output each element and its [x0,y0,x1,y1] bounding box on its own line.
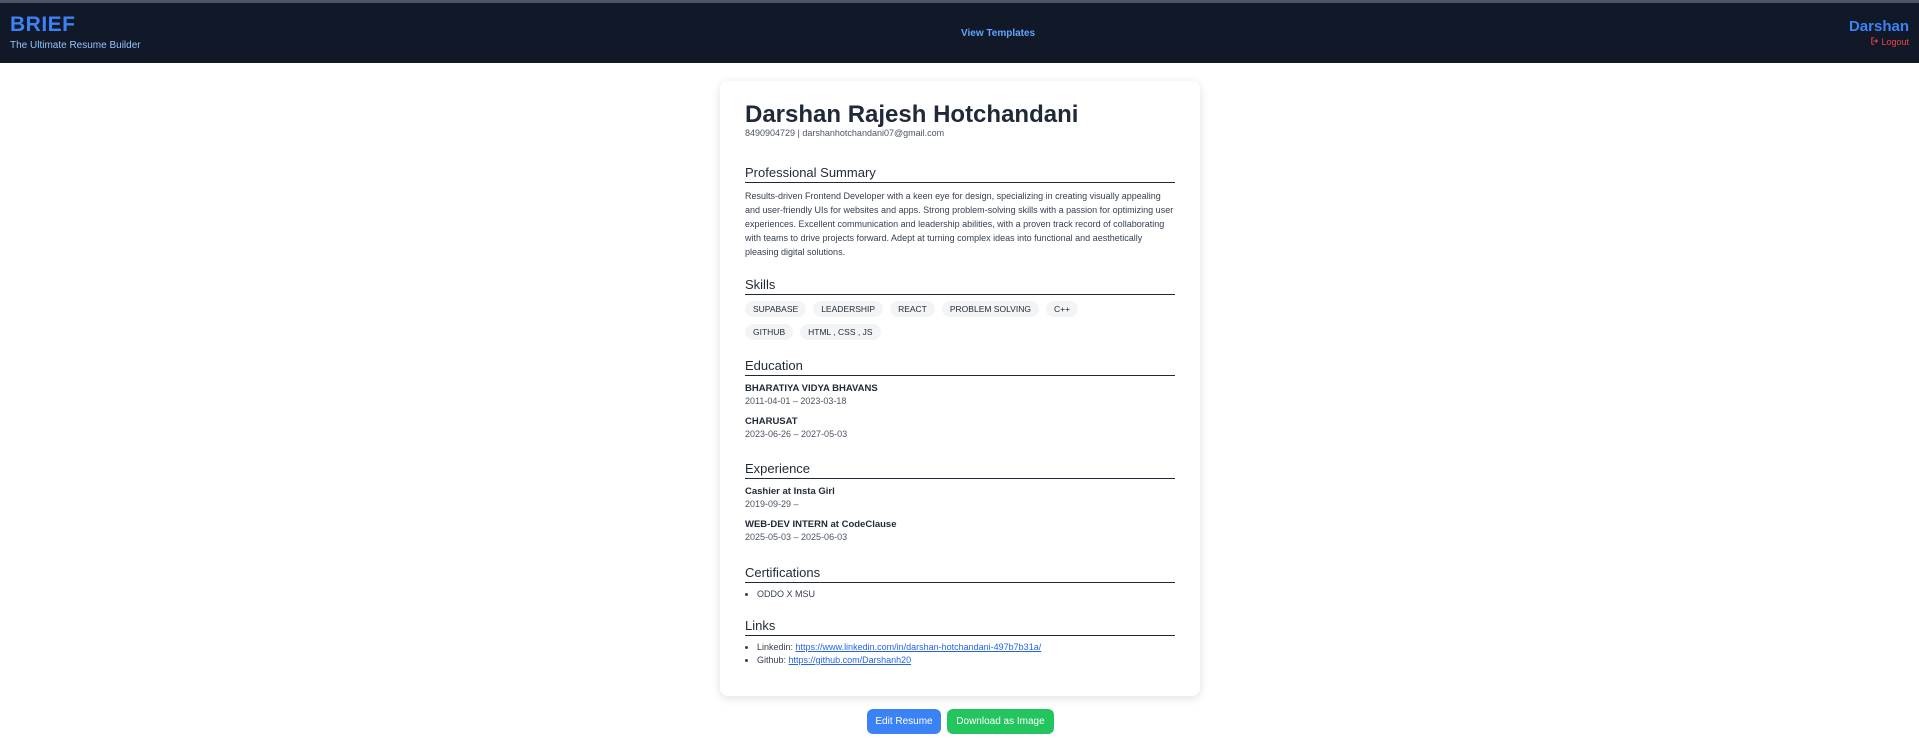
skills-list: SUPABASE LEADERSHIP REACT PROBLEM SOLVIN… [745,301,1105,340]
skill-chip: REACT [890,301,935,317]
brand-subtitle: The Ultimate Resume Builder [10,40,141,51]
skills-heading: Skills [745,277,1175,295]
link-label: Linkedin: [757,642,794,652]
download-image-button[interactable]: Download as Image [947,709,1054,734]
github-link[interactable]: https://github.com/Darshanh20 [789,655,912,665]
brand-title[interactable]: BRIEF [10,14,141,36]
skill-chip: C++ [1045,301,1079,317]
link-label: Github: [757,655,787,665]
view-templates-link[interactable]: View Templates [961,28,1035,39]
experience-entry: Cashier at Insta Girl 2019-09-29 – [745,486,1175,509]
link-item: Linkedin: https://www.linkedin.com/in/da… [757,641,1175,654]
links-list: Linkedin: https://www.linkedin.com/in/da… [757,641,1175,667]
linkedin-link[interactable]: https://www.linkedin.com/in/darshan-hotc… [796,642,1042,652]
experience-dates: 2025-05-03 – 2025-06-03 [745,532,848,542]
link-item: Github: https://github.com/Darshanh20 [757,654,1175,667]
certifications-list: ODDO X MSU [757,588,1175,601]
experience-heading: Experience [745,461,1175,479]
edit-resume-button[interactable]: Edit Resume [867,709,941,734]
top-navbar: BRIEF The Ultimate Resume Builder View T… [0,3,1919,63]
resume-name: Darshan Rajesh Hotchandani [745,101,1079,128]
certification-item: ODDO X MSU [757,588,1175,601]
logout-button[interactable]: Logout [1849,37,1909,47]
experience-role: WEB-DEV INTERN at CodeClause [745,519,897,530]
education-dates: 2011-04-01 – 2023-03-18 [745,396,847,406]
links-heading: Links [745,618,1175,636]
experience-section: Experience Cashier at Insta Girl 2019-09… [745,461,1175,542]
education-section: Education BHARATIYA VIDYA BHAVANS 2011-0… [745,358,1175,439]
certifications-section: Certifications ODDO X MSU [745,565,1175,601]
summary-heading: Professional Summary [745,165,1175,183]
education-school: CHARUSAT [745,416,798,427]
brand[interactable]: BRIEF The Ultimate Resume Builder [10,14,141,52]
logout-label: Logout [1881,37,1909,47]
education-entry: CHARUSAT 2023-06-26 – 2027-05-03 [745,416,1175,439]
experience-dates: 2019-09-29 – [745,499,799,509]
links-section: Links Linkedin: https://www.linkedin.com… [745,618,1175,667]
experience-role: Cashier at Insta Girl [745,486,835,497]
summary-section: Professional Summary Results-driven Fron… [745,165,1175,259]
user-menu: Darshan Logout [1849,18,1909,47]
resume-contact: 8490904729 | darshanhotchandani07@gmail.… [745,128,945,138]
summary-text: Results-driven Frontend Developer with a… [745,191,1174,257]
skill-chip: SUPABASE [745,301,807,317]
resume-card: Darshan Rajesh Hotchandani 8490904729 | … [720,81,1200,696]
skills-section: Skills SUPABASE LEADERSHIP REACT PROBLEM… [745,277,1175,340]
skill-chip: GITHUB [745,324,794,340]
experience-entry: WEB-DEV INTERN at CodeClause 2025-05-03 … [745,519,1175,542]
skill-chip: PROBLEM SOLVING [941,301,1039,317]
certifications-heading: Certifications [745,565,1175,583]
logout-icon [1871,37,1879,47]
skill-chip: LEADERSHIP [813,301,884,317]
education-heading: Education [745,358,1175,376]
education-entry: BHARATIYA VIDYA BHAVANS 2011-04-01 – 202… [745,383,1175,406]
skill-chip: HTML , CSS , JS [800,324,881,340]
username[interactable]: Darshan [1849,18,1909,36]
education-school: BHARATIYA VIDYA BHAVANS [745,383,878,394]
education-dates: 2023-06-26 – 2027-05-03 [745,429,848,439]
